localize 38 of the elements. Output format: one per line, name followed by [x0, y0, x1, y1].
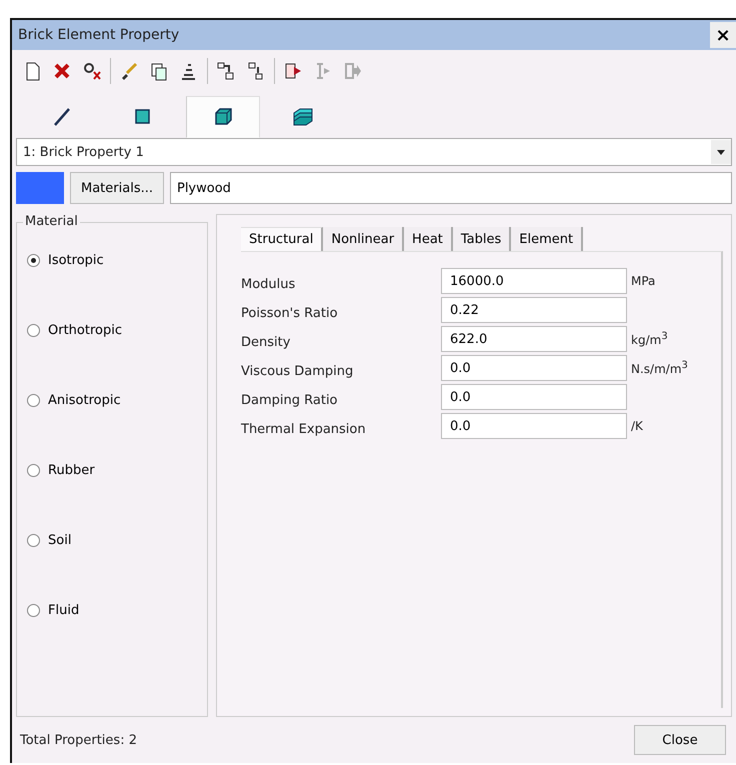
- field-label: Modulus: [241, 276, 296, 292]
- material-radio[interactable]: Rubber: [27, 463, 95, 478]
- close-button[interactable]: ×: [710, 22, 736, 48]
- input-field[interactable]: 622.0: [441, 326, 627, 352]
- color-swatch[interactable]: [16, 172, 64, 204]
- caret-icon: [711, 140, 731, 164]
- input-field[interactable]: 0.0: [441, 355, 627, 381]
- unit-label: kg/m$^{3}$: [630, 331, 669, 347]
- input-field[interactable]: 0.22: [441, 297, 627, 323]
- tab[interactable]: Nonlinear: [323, 227, 404, 251]
- material-radio[interactable]: Fluid: [27, 603, 80, 618]
- input-field[interactable]: 0.0: [441, 413, 627, 439]
- material-radio[interactable]: Soil: [27, 533, 72, 548]
- window-title: Brick Element Property: [18, 27, 180, 43]
- close-button[interactable]: Close: [634, 725, 726, 755]
- input-field[interactable]: 16000.0: [441, 268, 627, 294]
- unit-label: N.s/m/m$^{3}$: [630, 360, 689, 376]
- element-type-tab[interactable]: [186, 96, 260, 138]
- tab[interactable]: Heat: [404, 227, 453, 251]
- material-radio[interactable]: Orthotropic: [27, 323, 122, 338]
- tab[interactable]: Tables: [452, 227, 512, 251]
- field-label: Poisson's Ratio: [241, 304, 339, 320]
- tab[interactable]: Element: [511, 227, 584, 251]
- property-dropdown[interactable]: 1: Brick Property 1: [16, 138, 732, 166]
- tab[interactable]: Structural: [241, 227, 324, 251]
- unit-label: /K: [630, 419, 644, 433]
- material-radio[interactable]: Isotropic: [27, 253, 104, 268]
- field-label: Thermal Expansion: [241, 420, 367, 436]
- field-label: Damping Ratio: [241, 392, 339, 408]
- material-radio[interactable]: Anisotropic: [27, 393, 121, 408]
- status-text: Total Properties: 2: [20, 732, 137, 748]
- material-name-field[interactable]: Plywood: [170, 172, 732, 204]
- field-label: Density: [241, 334, 292, 350]
- field-label: Viscous Damping: [241, 362, 354, 378]
- unit-label: MPa: [630, 274, 656, 288]
- dropdown-value: 1: Brick Property 1: [23, 144, 144, 160]
- materials-button[interactable]: Materials...: [70, 172, 164, 204]
- input-field[interactable]: 0.0: [441, 384, 627, 410]
